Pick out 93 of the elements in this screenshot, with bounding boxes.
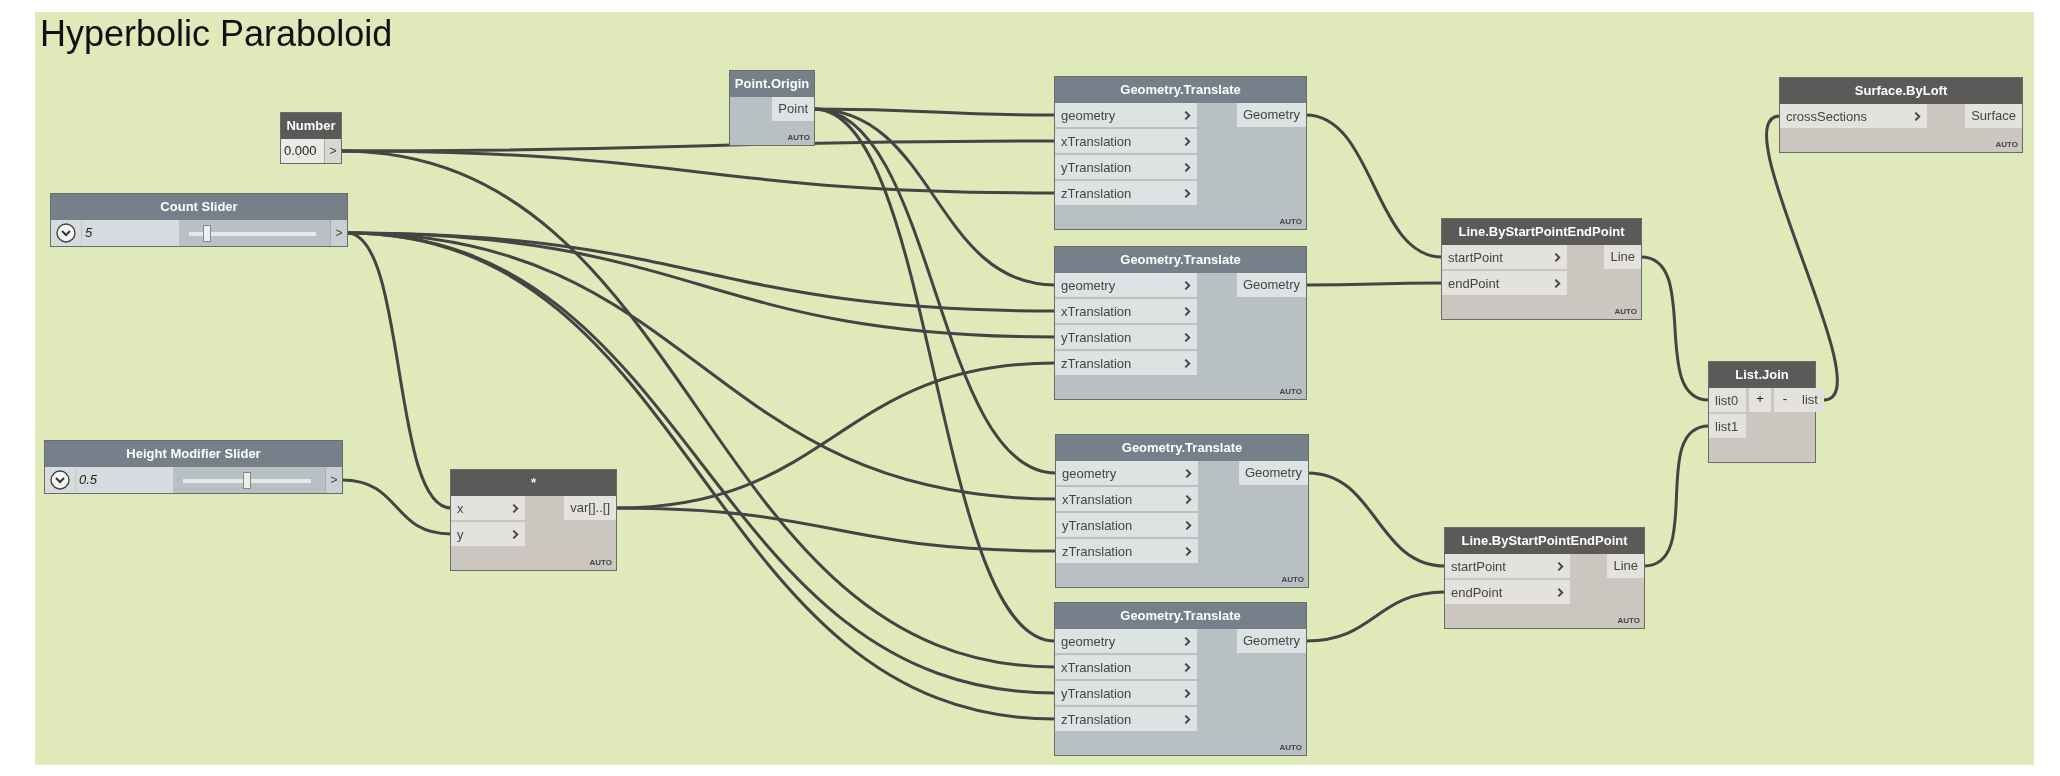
node-title: Geometry.Translate: [1055, 77, 1306, 103]
input-port[interactable]: yTranslation: [1056, 513, 1198, 537]
output-port[interactable]: Geometry: [1236, 103, 1306, 127]
node-title: Line.ByStartPointEndPoint: [1442, 219, 1641, 245]
chevron-right-icon: [1184, 279, 1191, 291]
output-port[interactable]: Surface: [1965, 104, 2022, 128]
node-title: Geometry.Translate: [1056, 435, 1308, 461]
chevron-down-icon[interactable]: [50, 470, 70, 490]
input-port[interactable]: zTranslation: [1055, 707, 1197, 731]
input-port[interactable]: yTranslation: [1055, 681, 1197, 705]
input-port[interactable]: xTranslation: [1055, 655, 1197, 679]
input-port[interactable]: startPoint: [1445, 554, 1570, 578]
slider-thumb[interactable]: [243, 471, 251, 489]
input-port[interactable]: zTranslation: [1055, 351, 1197, 375]
output-port[interactable]: Line: [1604, 245, 1641, 269]
lacing-label: AUTO: [589, 558, 612, 568]
output-port[interactable]: Line: [1607, 554, 1644, 578]
input-port[interactable]: geometry: [1055, 103, 1197, 127]
chevron-right-icon: [512, 528, 519, 540]
lacing-label: AUTO: [1614, 307, 1637, 317]
output-port[interactable]: var[]..[]: [564, 496, 616, 520]
chevron-right-icon: [1184, 135, 1191, 147]
node-title: Geometry.Translate: [1055, 247, 1306, 273]
chevron-right-icon: [1184, 331, 1191, 343]
chevron-right-icon: [1554, 251, 1561, 263]
input-port[interactable]: xTranslation: [1055, 299, 1197, 323]
node-title: *: [451, 470, 616, 496]
input-port[interactable]: geometry: [1055, 273, 1197, 297]
chevron-right-icon: [1184, 713, 1191, 725]
node-title: Point.Origin: [730, 71, 814, 97]
input-port[interactable]: geometry: [1055, 629, 1197, 653]
input-port[interactable]: endPoint: [1442, 271, 1567, 295]
input-port[interactable]: x: [451, 496, 525, 520]
input-port[interactable]: zTranslation: [1055, 181, 1197, 205]
input-port[interactable]: endPoint: [1445, 580, 1570, 604]
chevron-down-icon[interactable]: [56, 223, 76, 243]
lacing-label: AUTO: [1279, 387, 1302, 397]
node-title: Count Slider: [51, 194, 347, 220]
value-field[interactable]: 0.000: [281, 139, 324, 163]
chevron-right-icon: [1185, 467, 1192, 479]
output-port[interactable]: Point: [772, 97, 814, 121]
lacing-label: AUTO: [1617, 616, 1640, 626]
chevron-right-icon: [1184, 305, 1191, 317]
input-port[interactable]: list1: [1709, 414, 1746, 438]
chevron-right-icon: [1184, 187, 1191, 199]
chevron-right-icon: [1184, 661, 1191, 673]
input-port[interactable]: xTranslation: [1055, 129, 1197, 153]
input-port[interactable]: y: [451, 522, 525, 546]
add-input-button[interactable]: +: [1749, 388, 1771, 412]
lacing-label: AUTO: [1995, 140, 2018, 150]
output-port[interactable]: Geometry: [1236, 629, 1306, 653]
chevron-right-icon: [512, 502, 519, 514]
node-title: Geometry.Translate: [1055, 603, 1306, 629]
chevron-right-icon: [1185, 519, 1192, 531]
slider-thumb[interactable]: [202, 224, 211, 242]
chevron-right-icon: [1554, 277, 1561, 289]
lacing-label: AUTO: [787, 133, 810, 143]
output-port[interactable]: Geometry: [1238, 461, 1308, 485]
input-port[interactable]: yTranslation: [1055, 325, 1197, 349]
output-port[interactable]: list: [1796, 388, 1824, 412]
node-title: Line.ByStartPointEndPoint: [1445, 528, 1644, 554]
remove-input-button[interactable]: -: [1774, 388, 1796, 412]
lacing-label: AUTO: [1279, 743, 1302, 753]
chevron-right-icon: [1184, 161, 1191, 173]
group-title: Hyperbolic Paraboloid: [40, 14, 393, 54]
chevron-right-icon: [1184, 357, 1191, 369]
value-field[interactable]: 0.5: [75, 467, 173, 493]
node-title: List.Join: [1709, 362, 1815, 388]
chevron-right-icon: [1557, 560, 1564, 572]
output-port[interactable]: Geometry: [1236, 273, 1306, 297]
chevron-right-icon: [1914, 110, 1921, 122]
input-port[interactable]: yTranslation: [1055, 155, 1197, 179]
lacing-label: AUTO: [1281, 575, 1304, 585]
output-button[interactable]: >: [325, 467, 342, 493]
lacing-label: AUTO: [1279, 217, 1302, 227]
chevron-right-icon: [1185, 545, 1192, 557]
input-port[interactable]: xTranslation: [1056, 487, 1198, 511]
input-port[interactable]: startPoint: [1442, 245, 1567, 269]
node-title: Height Modifier Slider: [45, 441, 342, 467]
chevron-right-icon: [1557, 586, 1564, 598]
input-port[interactable]: geometry: [1056, 461, 1198, 485]
node-title: Number: [281, 113, 341, 139]
chevron-right-icon: [1184, 109, 1191, 121]
value-field[interactable]: 5: [81, 220, 179, 246]
input-port[interactable]: zTranslation: [1056, 539, 1198, 563]
input-port[interactable]: list0: [1709, 388, 1746, 412]
chevron-right-icon: [1185, 493, 1192, 505]
input-port[interactable]: crossSections: [1780, 104, 1927, 128]
output-button[interactable]: >: [324, 139, 341, 163]
chevron-right-icon: [1184, 635, 1191, 647]
output-button[interactable]: >: [330, 220, 347, 246]
node-title: Surface.ByLoft: [1780, 78, 2022, 104]
chevron-right-icon: [1184, 687, 1191, 699]
